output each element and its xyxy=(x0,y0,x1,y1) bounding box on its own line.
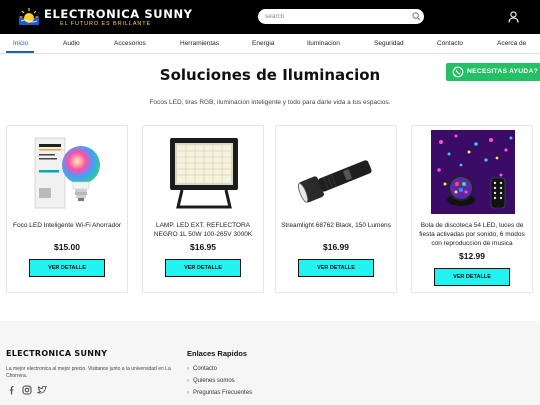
facebook-icon[interactable] xyxy=(6,385,16,395)
chevron-right-icon: › xyxy=(187,366,189,372)
footer: ELECTRONICA SUNNY La mejor electronica a… xyxy=(0,321,540,405)
product-card[interactable]: Streamlight 68762 Black, 150 Lumens $16.… xyxy=(275,125,397,293)
product-card[interactable]: Bola de discoteca 54 LED, luces de fiest… xyxy=(411,125,533,293)
led-floodlight-image xyxy=(170,138,238,209)
footer-link-preguntas-frecuentes[interactable]: › Preguntas Frecuentes xyxy=(187,390,252,396)
page-description: Focos LED, tiras RGB, iluminacion inteli… xyxy=(149,99,391,106)
nav-item-herramientas[interactable]: Herramientas xyxy=(180,34,219,54)
product-price: $16.95 xyxy=(190,242,216,252)
product-card[interactable]: LAMP. LED EXT. REFLECTORA NEGRO 1L 50W 1… xyxy=(142,125,264,293)
product-card[interactable]: Foco LED Inteligente Wi-Fi Ahorrador $15… xyxy=(6,125,128,293)
page-title: Soluciones de Iluminacion xyxy=(159,66,381,84)
nav-item-energia[interactable]: Energia xyxy=(252,34,274,54)
active-nav-indicator xyxy=(6,51,34,53)
footer-description: La mejor electronica al mejor precio. Vi… xyxy=(6,366,171,379)
sun-logo-icon xyxy=(19,8,39,25)
smart-bulb-image xyxy=(34,137,100,209)
product-price: $12.99 xyxy=(459,251,485,261)
view-detail-button[interactable]: VER DETALLE xyxy=(29,259,105,277)
product-name[interactable]: Foco LED Inteligente Wi-Fi Ahorrador xyxy=(11,221,123,230)
view-detail-button[interactable]: VER DETALLE xyxy=(434,268,510,286)
nav-item-contacto[interactable]: Contacto xyxy=(437,34,463,54)
nav-item-iluminacion[interactable]: Iluminacion xyxy=(307,34,340,54)
user-icon[interactable] xyxy=(508,11,519,23)
product-name[interactable]: LAMP. LED EXT. REFLECTORA NEGRO 1L 50W 1… xyxy=(147,221,259,239)
chevron-right-icon: › xyxy=(187,378,189,384)
nav-item-audio[interactable]: Audio xyxy=(63,34,80,54)
instagram-icon[interactable] xyxy=(22,385,32,395)
twitter-icon[interactable] xyxy=(37,385,47,395)
quick-links-title: Enlaces Rapidos xyxy=(187,349,248,358)
chevron-right-icon: › xyxy=(187,390,189,396)
nav-item-acerca-de[interactable]: Acerca de xyxy=(497,34,526,54)
view-detail-button[interactable]: VER DETALLE xyxy=(165,259,241,277)
footer-link-label: Quienes somos xyxy=(193,378,235,384)
top-bar: ELECTRONICA SUNNY EL FUTURO ES BRILLANTE xyxy=(0,0,540,34)
search-bar xyxy=(258,9,424,24)
product-price: $16.99 xyxy=(323,242,349,252)
product-name[interactable]: Bola de discoteca 54 LED, luces de fiest… xyxy=(416,221,528,248)
footer-link-quienes-somos[interactable]: › Quienes somos xyxy=(187,378,235,384)
view-detail-button[interactable]: VER DETALLE xyxy=(298,259,374,277)
logo[interactable]: ELECTRONICA SUNNY EL FUTURO ES BRILLANTE xyxy=(19,5,199,29)
nav-item-seguridad[interactable]: Seguridad xyxy=(374,34,404,54)
main-nav: Inicio Audio Accesorios Herramientas Ene… xyxy=(0,34,540,54)
nav-item-accesorios[interactable]: Accesorios xyxy=(114,34,146,54)
footer-link-label: Preguntas Frecuentes xyxy=(193,390,253,396)
disco-ball-image xyxy=(431,130,515,214)
brand-tagline: EL FUTURO ES BRILLANTE xyxy=(60,21,152,27)
product-name[interactable]: Streamlight 68762 Black, 150 Lumens xyxy=(280,221,392,230)
footer-link-label: Contacto xyxy=(193,366,218,372)
brand-name: ELECTRONICA SUNNY xyxy=(44,7,193,21)
search-icon[interactable] xyxy=(412,12,421,21)
product-price: $15.00 xyxy=(54,242,80,252)
footer-brand: ELECTRONICA SUNNY xyxy=(6,349,108,358)
search-input[interactable] xyxy=(265,9,405,24)
footer-link-contacto[interactable]: › Contacto xyxy=(187,366,217,372)
flashlight-image xyxy=(298,160,372,203)
